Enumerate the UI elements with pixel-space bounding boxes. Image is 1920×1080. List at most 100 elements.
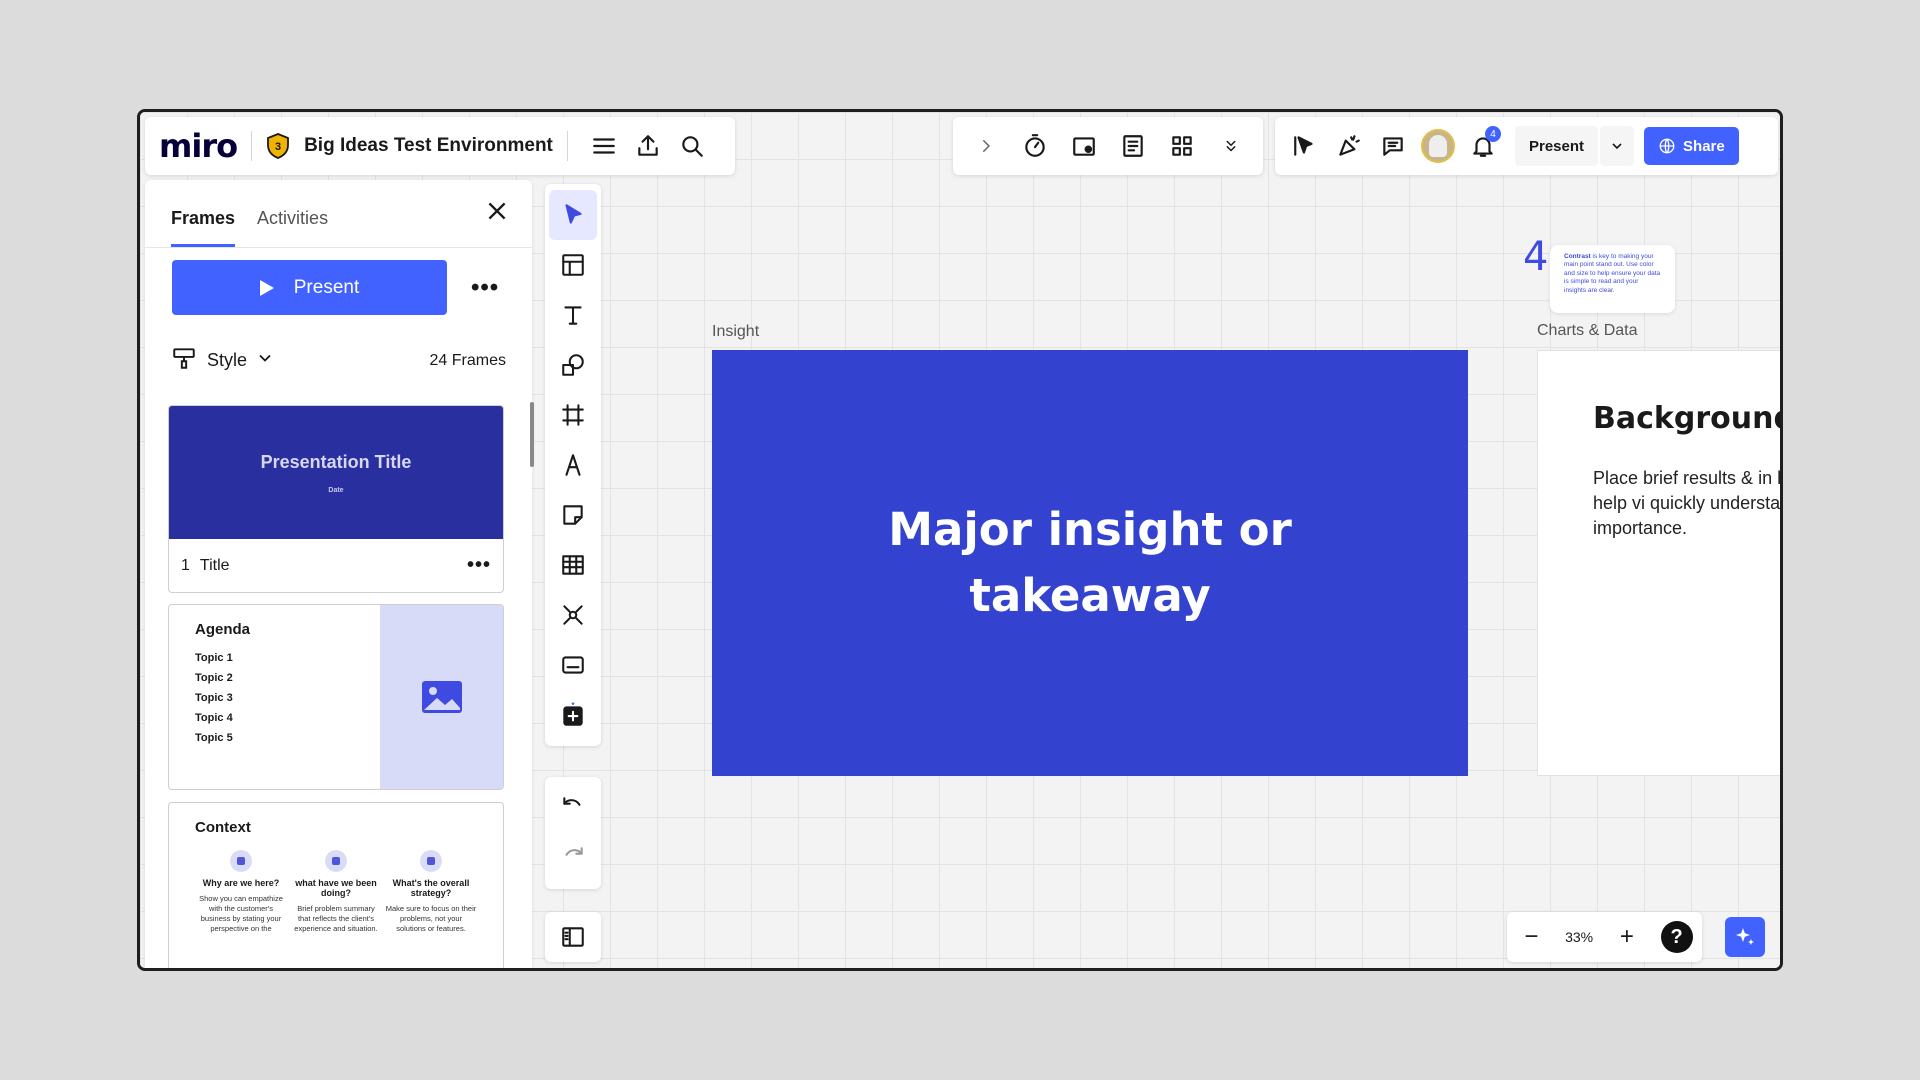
- undo-redo-toolbar: [545, 777, 601, 889]
- plan-badge: 3: [275, 141, 281, 153]
- toggle-panel-button[interactable]: [545, 912, 601, 962]
- pen-tool[interactable]: [545, 440, 601, 490]
- context-answer: Show you can empathize with the customer…: [199, 894, 283, 934]
- templates-tool[interactable]: [545, 240, 601, 290]
- zoom-in-button[interactable]: +: [1612, 923, 1642, 951]
- paint-roller-icon[interactable]: [171, 345, 197, 376]
- mindmap-tool[interactable]: [545, 590, 601, 640]
- present-button[interactable]: Present: [1515, 126, 1599, 166]
- frames-count: 24 Frames: [429, 351, 506, 369]
- redo-button[interactable]: [545, 833, 601, 883]
- panel-scrollbar[interactable]: [530, 402, 534, 467]
- creation-toolbar: [545, 184, 601, 746]
- agenda-topic: Topic 5: [195, 732, 233, 744]
- chevron-down-icon[interactable]: [255, 348, 275, 373]
- text-tool[interactable]: [545, 290, 601, 340]
- frame-tool[interactable]: [545, 390, 601, 440]
- timer-icon[interactable]: [1013, 124, 1057, 168]
- agenda-heading: Agenda: [195, 621, 251, 638]
- frame-icon: [560, 402, 586, 428]
- bell-icon[interactable]: 4: [1461, 124, 1505, 168]
- sidebar-icon: [560, 924, 586, 950]
- chevron-down-icon[interactable]: [1600, 126, 1635, 166]
- plus-square-icon: [560, 702, 586, 728]
- frame-thumbnail-agenda[interactable]: Agenda Topic 1 Topic 2 Topic 3 Topic 4 T…: [168, 604, 504, 790]
- background-body: Place brief results & in here. It should…: [1593, 468, 1781, 538]
- undo-button[interactable]: [545, 783, 601, 833]
- more-options-icon[interactable]: •••: [471, 274, 499, 302]
- frame-name[interactable]: Title: [200, 557, 230, 575]
- share-label: Share: [1683, 137, 1725, 155]
- shapes-tool[interactable]: [545, 340, 601, 390]
- embed-icon: [560, 652, 586, 678]
- context-column: Why are we here? Show you can empathize …: [195, 850, 287, 935]
- frames-panel: Frames Activities Present ••• Style 24 F…: [145, 180, 532, 968]
- charts-frame-label[interactable]: Charts & Data: [1537, 322, 1637, 340]
- search-icon[interactable]: [670, 124, 714, 168]
- tab-frames[interactable]: Frames: [171, 208, 236, 247]
- sticky-note-tool[interactable]: [545, 490, 601, 540]
- chevron-right-icon[interactable]: [964, 124, 1008, 168]
- sticky-number[interactable]: 4: [1523, 234, 1548, 280]
- notification-badge: 4: [1485, 126, 1501, 142]
- help-icon[interactable]: ?: [1660, 921, 1693, 953]
- comment-icon[interactable]: [1371, 124, 1415, 168]
- present-frames-button[interactable]: Present: [172, 260, 447, 315]
- card-icon[interactable]: [1062, 124, 1106, 168]
- style-label[interactable]: Style: [207, 350, 247, 371]
- ai-sparkle-button[interactable]: [1725, 917, 1765, 957]
- insight-frame-label[interactable]: Insight: [712, 323, 759, 341]
- shield-icon[interactable]: 3: [266, 133, 290, 159]
- double-chevron-down-icon[interactable]: [1209, 124, 1253, 168]
- select-tool[interactable]: [549, 190, 597, 240]
- insight-text: Major insight or takeaway: [888, 503, 1292, 622]
- play-icon: [259, 279, 274, 296]
- frame-thumbnail-context[interactable]: Context Why are we here? Show you can em…: [168, 802, 504, 968]
- agenda-content: Agenda Topic 1 Topic 2 Topic 3 Topic 4 T…: [169, 605, 380, 789]
- thumbnail-footer: 1 Title •••: [169, 539, 503, 592]
- agenda-topic: Topic 4: [195, 712, 233, 724]
- thumbnail-date: Date: [328, 486, 344, 494]
- avatar[interactable]: [1421, 129, 1455, 163]
- context-icon: [325, 850, 347, 872]
- sparkle-icon: [1736, 928, 1754, 945]
- app-window: Insight Major insight or takeaway Charts…: [137, 109, 1783, 971]
- context-question: what have we been doing?: [295, 878, 377, 898]
- context-question: Why are we here?: [202, 878, 280, 888]
- miro-logo[interactable]: miro: [159, 127, 238, 165]
- embed-tool[interactable]: [545, 640, 601, 690]
- undo-icon: [560, 795, 586, 821]
- frame-thumbnail-title[interactable]: Presentation Title Date 1 Title •••: [168, 405, 504, 593]
- insight-frame[interactable]: Major insight or takeaway: [712, 350, 1468, 776]
- present-frames-label: Present: [293, 276, 360, 298]
- sticky-note[interactable]: Contrast is key to making your main poin…: [1550, 245, 1675, 313]
- frame-more-icon[interactable]: •••: [467, 554, 491, 577]
- text-icon: [560, 302, 586, 328]
- export-icon[interactable]: [626, 124, 670, 168]
- table-icon: [560, 552, 586, 578]
- tab-activities[interactable]: Activities: [257, 208, 328, 247]
- share-button[interactable]: Share: [1644, 127, 1739, 165]
- charts-frame[interactable]: Background Place brief results & in here…: [1537, 350, 1781, 776]
- context-icon: [420, 850, 442, 872]
- board-title[interactable]: Big Ideas Test Environment: [304, 135, 553, 157]
- celebrate-icon[interactable]: [1327, 124, 1371, 168]
- context-question: What's the overall strategy?: [392, 878, 470, 898]
- more-apps-tool[interactable]: [545, 690, 601, 740]
- mindmap-icon: [560, 602, 586, 628]
- menu-icon[interactable]: [582, 124, 626, 168]
- globe-icon: [1659, 138, 1675, 154]
- top-left-bar: miro 3 Big Ideas Test Environment: [145, 117, 735, 175]
- context-answer: Make sure to focus on their problems, no…: [385, 904, 477, 934]
- zoom-out-button[interactable]: −: [1516, 923, 1546, 951]
- context-icon: [230, 850, 252, 872]
- zoom-level[interactable]: 33%: [1565, 929, 1593, 945]
- close-icon[interactable]: [484, 198, 514, 228]
- frame-number: 1: [181, 556, 190, 574]
- image-icon: [421, 681, 462, 713]
- title-thumbnail-image: Presentation Title Date: [169, 406, 503, 539]
- grid-icon[interactable]: [1160, 124, 1204, 168]
- table-tool[interactable]: [545, 540, 601, 590]
- notes-icon[interactable]: [1111, 124, 1155, 168]
- cursor-select-icon[interactable]: [1283, 124, 1327, 168]
